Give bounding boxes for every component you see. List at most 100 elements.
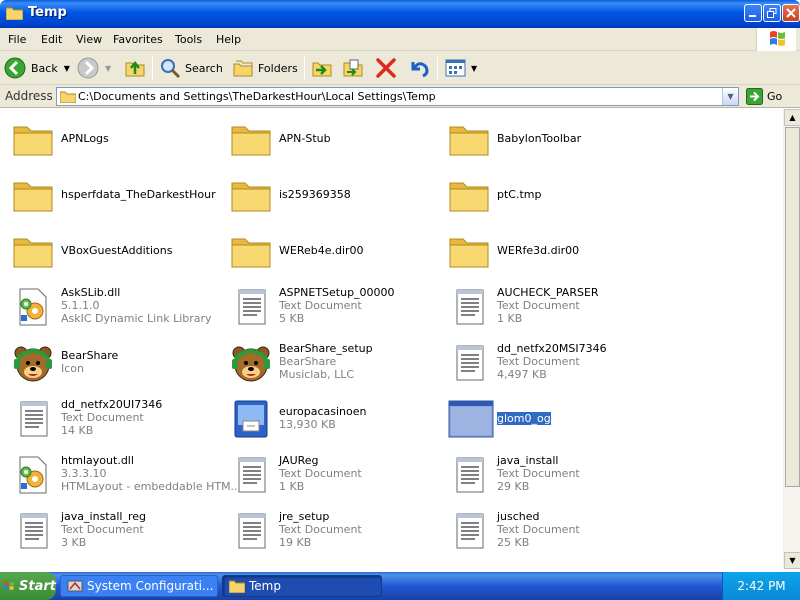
file-name: ASPNETSetup_00000 (279, 286, 395, 299)
menu-view[interactable]: View (76, 33, 102, 46)
up-folder-button[interactable] (124, 55, 146, 81)
menu-help[interactable]: Help (216, 33, 241, 46)
back-dropdown-icon[interactable]: ▼ (64, 64, 70, 73)
application-window-icon (447, 397, 494, 441)
taskbar-item-temp[interactable]: Temp (222, 575, 382, 597)
windows-flag-icon (4, 581, 14, 590)
file-item-is259369358[interactable]: is259369358 (221, 168, 436, 220)
minimize-button[interactable] (744, 4, 762, 22)
file-item-askslib-dll[interactable]: AskSLib.dll 5.1.1.0 AskIC Dynamic Link Lib… (3, 280, 218, 332)
file-item-htmlayout-dll[interactable]: htmlayout.dll 3.3.3.10 HTMLayout - embedda… (3, 448, 241, 500)
folder-icon (6, 7, 23, 20)
copy-to-button[interactable] (342, 55, 366, 81)
file-item-werfe3d-dir00[interactable]: WERfe3d.dir00 (439, 224, 654, 276)
file-item-jaureg[interactable]: JAUReg Text Document 1 KB (221, 448, 436, 500)
file-name: VBoxGuestAdditions (61, 244, 173, 257)
menu-edit[interactable]: Edit (41, 33, 62, 46)
folder-icon (447, 173, 491, 217)
views-dropdown-icon[interactable]: ▼ (471, 64, 477, 73)
taskbar-item-system-configuration[interactable]: System Configurati... (60, 575, 218, 597)
title-bar[interactable]: Temp (0, 0, 800, 28)
menu-file[interactable]: File (8, 33, 26, 46)
vertical-scrollbar[interactable]: ▲ ▼ (783, 109, 800, 569)
file-detail: 5 KB (279, 312, 305, 325)
file-item-ptc-tmp[interactable]: ptC.tmp (439, 168, 654, 220)
file-item-apn-stub[interactable]: APN-Stub (221, 112, 436, 164)
file-item-aucheck-parser[interactable]: AUCHECK_PARSER Text Document 1 KB (439, 280, 654, 332)
file-item-wereb4e-dir00[interactable]: WEReb4e.dir00 (221, 224, 436, 276)
file-item-jre-setup[interactable]: jre_setup Text Document 19 KB (221, 504, 436, 556)
go-button[interactable]: Go (746, 87, 782, 106)
file-detail: Text Document (279, 523, 362, 536)
file-item-jusched[interactable]: jusched Text Document 25 KB (439, 504, 654, 556)
search-button[interactable]: Search (159, 55, 223, 81)
start-button[interactable]: Start (0, 572, 56, 600)
folder-icon (447, 229, 491, 273)
file-name: JAUReg (279, 454, 319, 467)
folder-icon (447, 117, 491, 161)
file-detail: 25 KB (497, 536, 530, 549)
file-item-bearshare[interactable]: BearShare Icon (3, 336, 218, 388)
forward-arrow-icon (77, 57, 99, 79)
up-folder-icon (125, 60, 145, 77)
file-item-java-install-reg[interactable]: java_install_reg Text Document 3 KB (3, 504, 218, 556)
restore-button[interactable] (763, 4, 781, 22)
scroll-thumb[interactable] (785, 127, 800, 487)
text-document-icon (447, 509, 491, 553)
address-input[interactable]: C:\Documents and Settings\TheDarkestHour… (56, 87, 739, 106)
file-item-europacasinoen[interactable]: europacasinoen 13,930 KB (221, 392, 436, 444)
file-item-java-install[interactable]: java_install Text Document 29 KB (439, 448, 654, 500)
file-name: APNLogs (61, 132, 109, 145)
text-document-icon (229, 509, 273, 553)
text-document-icon (11, 509, 55, 553)
back-label: Back (31, 61, 58, 75)
start-label: Start (19, 578, 56, 594)
file-list[interactable]: APNLogs APN-Stub BabylonToolbar hsperfdata_… (0, 109, 783, 569)
back-button[interactable]: Back ▼ (4, 55, 70, 81)
bearshare-icon (229, 341, 273, 385)
file-item-dd-netfx20msi7346[interactable]: dd_netfx20MSI7346 Text Document 4,497 KB (439, 336, 654, 388)
folder-icon (229, 580, 245, 593)
file-name: htmlayout.dll (61, 454, 134, 467)
file-item-bearshare-setup[interactable]: BearShare_setup BearShare Musiclab, LLC (221, 336, 436, 388)
close-button[interactable] (782, 4, 800, 22)
clock[interactable]: 2:42 PM (737, 579, 785, 593)
delete-button[interactable] (375, 55, 397, 81)
file-name: BabylonToolbar (497, 132, 582, 145)
file-detail: 19 KB (279, 536, 312, 549)
menu-tools[interactable]: Tools (175, 33, 202, 46)
file-item-glom0-og[interactable]: glom0_og (439, 392, 654, 444)
scroll-up-button[interactable]: ▲ (784, 109, 800, 126)
views-button[interactable]: ▼ (444, 55, 477, 81)
file-item-hsperfdata-thedarkesthour[interactable]: hsperfdata_TheDarkestHour (3, 168, 218, 220)
bearshare-icon (11, 341, 55, 385)
text-document-icon (11, 397, 55, 441)
folders-button[interactable]: Folders (232, 55, 298, 81)
forward-dropdown-icon[interactable]: ▼ (105, 64, 111, 73)
file-name: glom0_og (496, 411, 552, 426)
file-detail: Text Document (61, 411, 144, 424)
forward-button[interactable]: ▼ (77, 55, 111, 81)
file-item-aspnetsetup-00000[interactable]: ASPNETSetup_00000 Text Document 5 KB (221, 280, 436, 332)
file-name: europacasinoen (279, 405, 367, 418)
undo-button[interactable] (407, 55, 431, 81)
file-item-vboxguestadditions[interactable]: VBoxGuestAdditions (3, 224, 218, 276)
file-item-apnlogs[interactable]: APNLogs (3, 112, 218, 164)
folder-icon (60, 91, 76, 103)
file-name: jre_setup (279, 510, 330, 523)
folder-icon (229, 117, 273, 161)
file-item-babylontoolbar[interactable]: BabylonToolbar (439, 112, 654, 164)
file-detail: Musiclab, LLC (279, 368, 355, 381)
scroll-down-button[interactable]: ▼ (784, 552, 800, 569)
address-dropdown-button[interactable]: ▼ (722, 88, 738, 105)
views-icon (445, 59, 466, 77)
file-item-dd-netfx20ui7346[interactable]: dd_netfx20UI7346 Text Document 14 KB (3, 392, 218, 444)
file-detail: AskIC Dynamic Link Library (61, 312, 212, 325)
address-path: C:\Documents and Settings\TheDarkestHour… (78, 90, 436, 103)
move-to-button[interactable] (311, 55, 335, 81)
file-detail: Text Document (61, 523, 144, 536)
menu-favorites[interactable]: Favorites (113, 33, 163, 46)
file-detail: 29 KB (497, 480, 530, 493)
taskbar-item-label: System Configurati... (87, 579, 214, 593)
file-name: WEReb4e.dir00 (279, 244, 364, 257)
